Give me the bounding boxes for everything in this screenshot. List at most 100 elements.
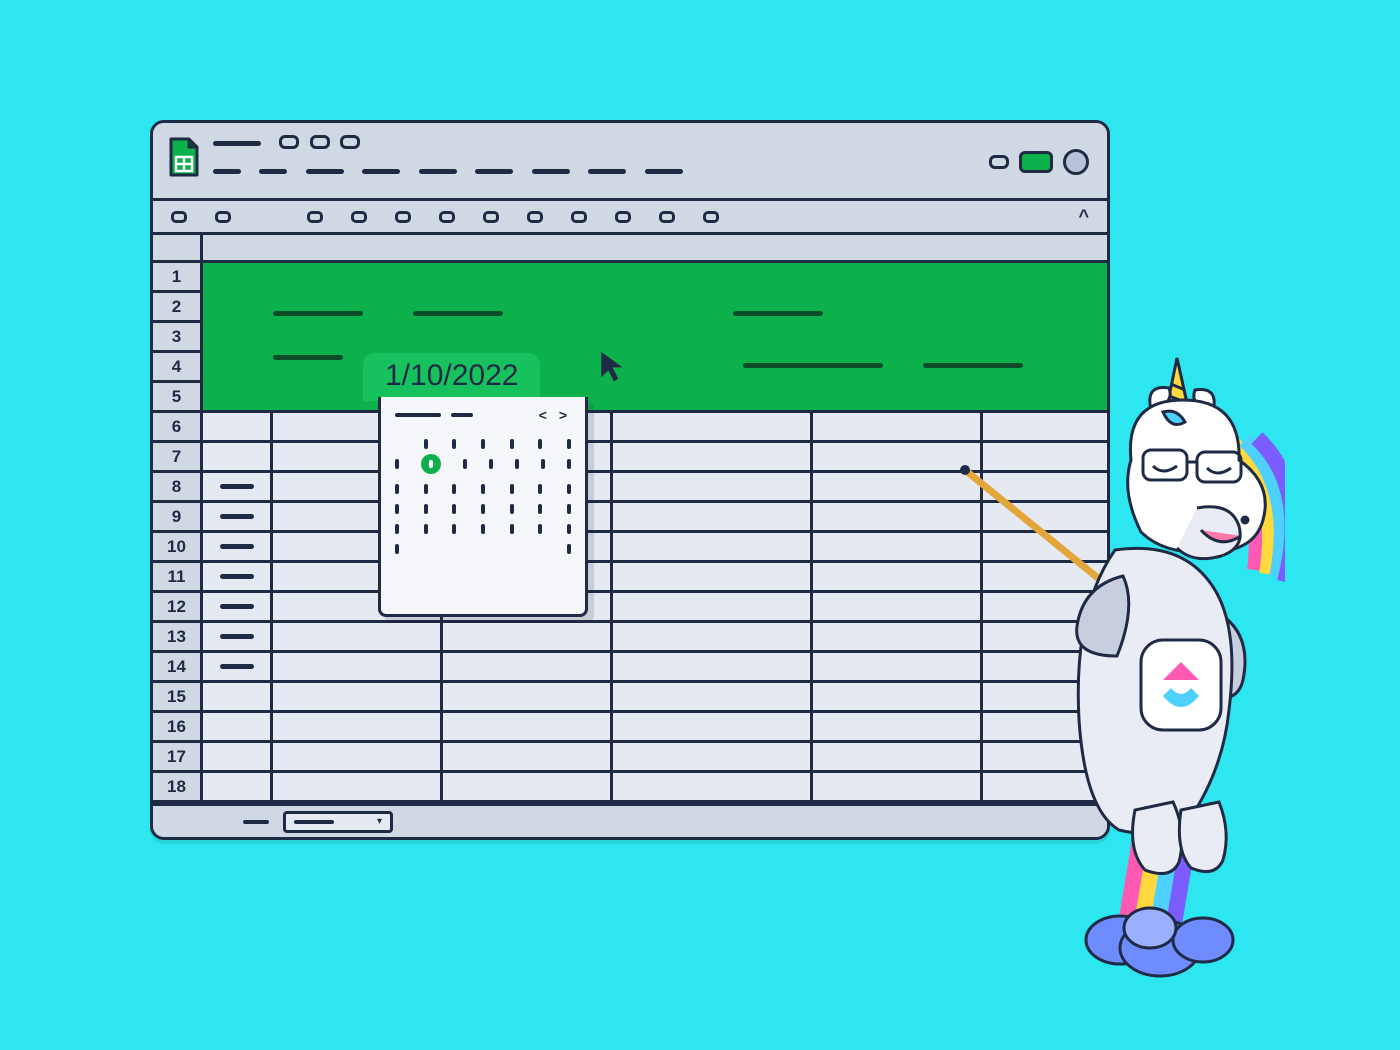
datepicker-day[interactable]: [538, 504, 542, 514]
datepicker-day[interactable]: [452, 504, 456, 514]
datepicker-nav[interactable]: < >: [539, 407, 571, 423]
cell[interactable]: [273, 743, 443, 770]
datepicker-day[interactable]: [510, 524, 514, 534]
cell[interactable]: [203, 443, 273, 470]
datepicker-day[interactable]: [481, 439, 485, 449]
row-header[interactable]: 4: [153, 353, 200, 383]
cell[interactable]: [203, 563, 273, 590]
datepicker-day[interactable]: [567, 544, 571, 554]
cell[interactable]: [443, 773, 613, 800]
select-all-corner[interactable]: [153, 235, 203, 263]
cell[interactable]: [443, 683, 613, 710]
datepicker-day[interactable]: [538, 439, 542, 449]
datepicker-day[interactable]: [541, 459, 545, 469]
cell[interactable]: [203, 593, 273, 620]
cell[interactable]: [273, 653, 443, 680]
datepicker-day[interactable]: [567, 484, 571, 494]
row-header[interactable]: 14: [153, 653, 200, 683]
datepicker-day[interactable]: [395, 504, 399, 514]
datepicker-day[interactable]: [481, 504, 485, 514]
toolbar-button[interactable]: [615, 211, 631, 223]
cell[interactable]: [613, 443, 813, 470]
toolbar-button[interactable]: [571, 211, 587, 223]
row-header[interactable]: 10: [153, 533, 200, 563]
sheet-tab[interactable]: ▾: [283, 811, 393, 833]
cell[interactable]: [203, 623, 273, 650]
cell[interactable]: [613, 623, 813, 650]
datepicker-day[interactable]: [538, 484, 542, 494]
toolbar-button[interactable]: [215, 211, 231, 223]
datepicker-day[interactable]: [452, 484, 456, 494]
datepicker-day[interactable]: [452, 524, 456, 534]
datepicker-day[interactable]: [395, 524, 399, 534]
row-header[interactable]: 6: [153, 413, 200, 443]
cell[interactable]: [203, 503, 273, 530]
cell[interactable]: [613, 713, 813, 740]
share-button[interactable]: [1019, 151, 1053, 173]
datepicker-day[interactable]: [538, 524, 542, 534]
cell[interactable]: [443, 653, 613, 680]
datepicker-day[interactable]: [567, 459, 571, 469]
row-header[interactable]: 11: [153, 563, 200, 593]
datepicker-day[interactable]: [424, 484, 428, 494]
toolbar-button[interactable]: [439, 211, 455, 223]
datepicker-day[interactable]: [424, 524, 428, 534]
toolbar-button[interactable]: [527, 211, 543, 223]
cell[interactable]: [273, 623, 443, 650]
cell[interactable]: [203, 473, 273, 500]
column-headers[interactable]: [203, 235, 1107, 263]
cell[interactable]: [613, 473, 813, 500]
cell[interactable]: [273, 713, 443, 740]
row-header[interactable]: 18: [153, 773, 200, 803]
datepicker-day[interactable]: [424, 504, 428, 514]
date-picker[interactable]: < >: [378, 397, 588, 617]
cell[interactable]: [203, 533, 273, 560]
toolbar-button[interactable]: [395, 211, 411, 223]
cell[interactable]: [613, 773, 813, 800]
datepicker-day[interactable]: [395, 459, 399, 469]
row-header[interactable]: 13: [153, 623, 200, 653]
datepicker-day[interactable]: [510, 484, 514, 494]
row-header[interactable]: 5: [153, 383, 200, 413]
datepicker-day[interactable]: [395, 544, 399, 554]
cell[interactable]: [613, 563, 813, 590]
row-header[interactable]: 2: [153, 293, 200, 323]
cell[interactable]: [613, 413, 813, 440]
cell[interactable]: [203, 413, 273, 440]
cell[interactable]: [443, 743, 613, 770]
toolbar-button[interactable]: [703, 211, 719, 223]
collapse-toolbar-icon[interactable]: ^: [1078, 206, 1089, 227]
cell[interactable]: [203, 713, 273, 740]
row-header[interactable]: 17: [153, 743, 200, 773]
toolbar-button[interactable]: [659, 211, 675, 223]
datepicker-grid[interactable]: [381, 439, 585, 554]
datepicker-day[interactable]: [481, 484, 485, 494]
datepicker-day[interactable]: [515, 459, 519, 469]
datepicker-day[interactable]: [567, 504, 571, 514]
cell[interactable]: [273, 773, 443, 800]
toolbar-button[interactable]: [307, 211, 323, 223]
toolbar-button[interactable]: [483, 211, 499, 223]
cell[interactable]: [203, 653, 273, 680]
cell[interactable]: [613, 743, 813, 770]
cell[interactable]: [613, 683, 813, 710]
date-input[interactable]: 1/10/2022: [363, 353, 540, 401]
row-header[interactable]: 1: [153, 263, 200, 293]
cell[interactable]: [203, 743, 273, 770]
toolbar-button[interactable]: [351, 211, 367, 223]
cell[interactable]: [273, 683, 443, 710]
datepicker-day[interactable]: [452, 439, 456, 449]
datepicker-day[interactable]: [510, 504, 514, 514]
row-header[interactable]: 12: [153, 593, 200, 623]
row-header[interactable]: 3: [153, 323, 200, 353]
datepicker-selected-day[interactable]: [421, 454, 441, 474]
row-header[interactable]: 15: [153, 683, 200, 713]
datepicker-day[interactable]: [567, 524, 571, 534]
cell[interactable]: [443, 623, 613, 650]
datepicker-day[interactable]: [463, 459, 467, 469]
cell[interactable]: [203, 773, 273, 800]
datepicker-day[interactable]: [567, 439, 571, 449]
datepicker-day[interactable]: [489, 459, 493, 469]
row-header[interactable]: 8: [153, 473, 200, 503]
cell[interactable]: [613, 533, 813, 560]
